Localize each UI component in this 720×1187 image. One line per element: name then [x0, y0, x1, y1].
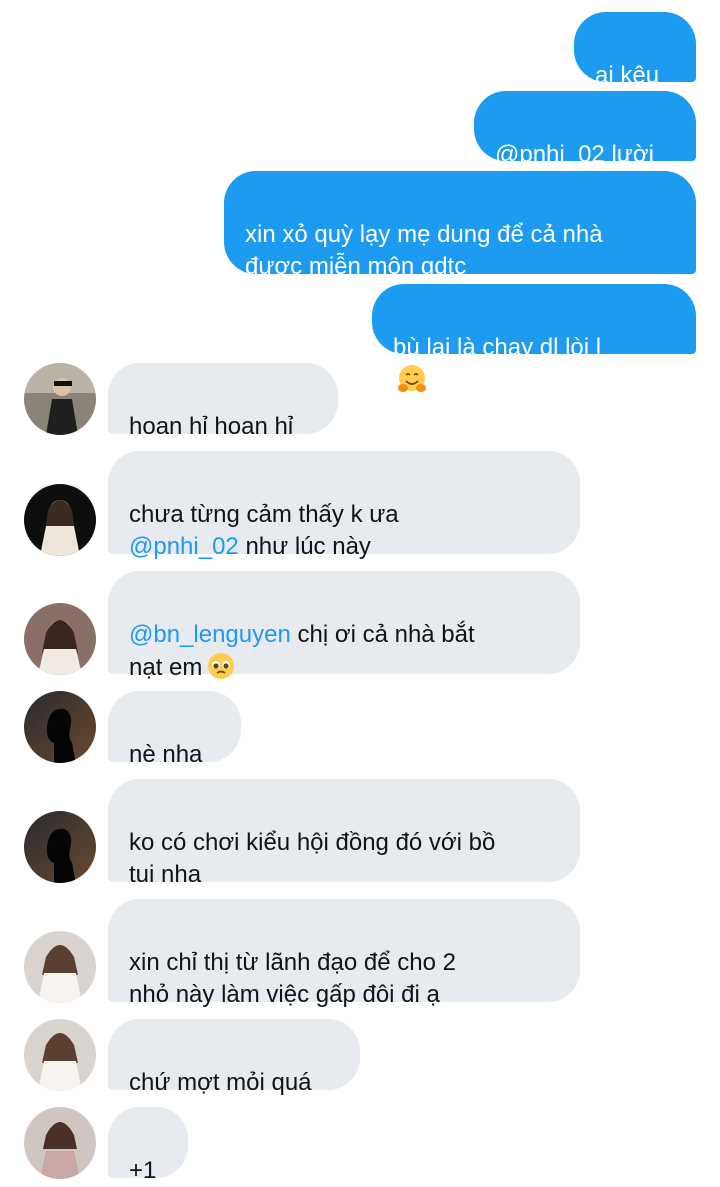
- avatar[interactable]: [24, 931, 96, 1003]
- avatar[interactable]: [24, 603, 96, 675]
- message-in-7[interactable]: chứ mợt mỏi quá: [108, 1019, 360, 1096]
- message-in-6[interactable]: xin chỉ thị từ lãnh đạo để cho 2 nhỏ này…: [108, 899, 580, 1008]
- avatar[interactable]: [24, 484, 96, 556]
- avatar[interactable]: [24, 363, 96, 435]
- avatar[interactable]: [24, 1019, 96, 1091]
- message-in-5[interactable]: ko có chơi kiểu hội đồng đó với bồ tui n…: [108, 779, 580, 888]
- message-text: @pnhi_02 lười: [495, 141, 654, 168]
- avatar[interactable]: [24, 1107, 96, 1179]
- message-in-2[interactable]: chưa từng cảm thấy k ưa @pnhi_02 như lúc…: [108, 451, 580, 560]
- message-text: ko có chơi kiểu hội đồng đó với bồ tui n…: [129, 829, 496, 888]
- message-text: như lúc này: [238, 533, 371, 560]
- message-in-4[interactable]: nè nha: [108, 691, 241, 768]
- message-text: chưa từng cảm thấy k ưa: [129, 501, 399, 528]
- message-out-1[interactable]: ai kêu: [574, 12, 696, 89]
- avatar-photo-icon: [24, 931, 96, 1003]
- message-text: +1: [129, 1157, 157, 1184]
- message-in-3[interactable]: @bn_lenguyen chị ơi cả nhà bắt nạt em: [108, 571, 580, 681]
- avatar-photo-icon: [24, 1107, 96, 1179]
- pleading-face-emoji-icon: [208, 653, 235, 679]
- message-in-8[interactable]: +1: [108, 1107, 188, 1184]
- message-out-2[interactable]: @pnhi_02 lười: [474, 91, 696, 168]
- message-out-4[interactable]: bù lại là chạy dl lòi l: [372, 284, 696, 392]
- avatar[interactable]: [24, 811, 96, 883]
- message-text: hoan hỉ hoan hỉ: [129, 413, 294, 440]
- avatar-photo-icon: [24, 603, 96, 675]
- mention-link[interactable]: @pnhi_02: [129, 533, 239, 560]
- message-text: xin chỉ thị từ lãnh đạo để cho 2 nhỏ này…: [129, 949, 456, 1008]
- avatar-silhouette-icon: [24, 691, 96, 763]
- avatar-silhouette-icon: [24, 811, 96, 883]
- avatar-photo-icon: [24, 484, 96, 556]
- hugging-face-emoji-icon: [398, 365, 426, 392]
- avatar-photo-icon: [24, 1019, 96, 1091]
- message-text: chứ mợt mỏi quá: [129, 1069, 312, 1096]
- avatar[interactable]: [24, 691, 96, 763]
- message-text: xin xỏ quỳ lạy mẹ dung để cả nhà được mi…: [245, 221, 603, 280]
- message-text: bù lại là chạy dl lòi l: [393, 334, 602, 361]
- message-in-1[interactable]: hoan hỉ hoan hỉ: [108, 363, 338, 440]
- avatar-photo-icon: [24, 363, 96, 435]
- message-text: nè nha: [129, 741, 203, 768]
- message-text: ai kêu: [595, 62, 660, 89]
- message-out-3[interactable]: xin xỏ quỳ lạy mẹ dung để cả nhà được mi…: [224, 171, 696, 280]
- mention-link[interactable]: @bn_lenguyen: [129, 621, 291, 648]
